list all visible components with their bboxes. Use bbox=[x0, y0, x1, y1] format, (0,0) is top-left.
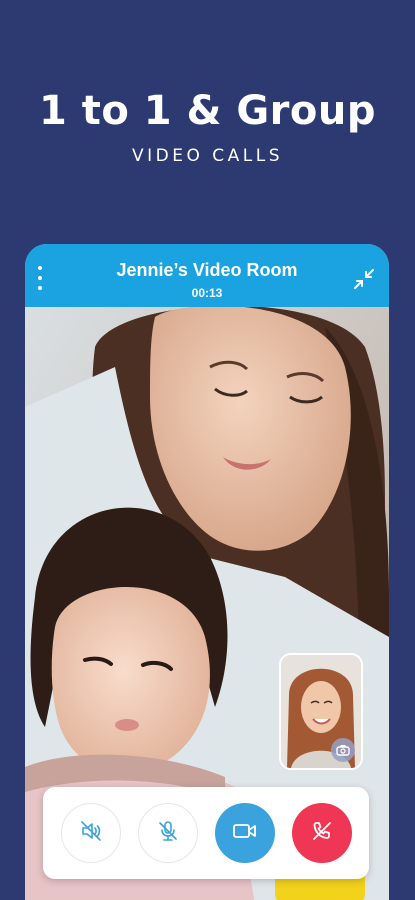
subheadline: VIDEO CALLS bbox=[132, 146, 283, 166]
minimize-icon[interactable] bbox=[353, 268, 375, 290]
headline: 1 to 1 & Group bbox=[39, 88, 376, 134]
end-call-button[interactable] bbox=[292, 803, 352, 863]
switch-camera-icon[interactable] bbox=[331, 738, 355, 762]
call-header-bar: Jennie’s Video Room 00:13 bbox=[25, 244, 389, 307]
video-camera-icon bbox=[232, 822, 258, 845]
call-timer: 00:13 bbox=[191, 286, 223, 300]
mic-mute-button[interactable] bbox=[138, 803, 198, 863]
mic-muted-icon bbox=[156, 819, 180, 848]
phone-frame: Jennie’s Video Room 00:13 bbox=[25, 244, 389, 900]
speaker-muted-icon bbox=[79, 819, 103, 848]
call-controls-bar bbox=[43, 787, 369, 879]
self-video-preview[interactable] bbox=[279, 653, 363, 770]
room-title: Jennie’s Video Room bbox=[116, 260, 298, 280]
speaker-mute-button[interactable] bbox=[61, 803, 121, 863]
video-toggle-button[interactable] bbox=[215, 803, 275, 863]
end-call-icon bbox=[310, 819, 334, 848]
